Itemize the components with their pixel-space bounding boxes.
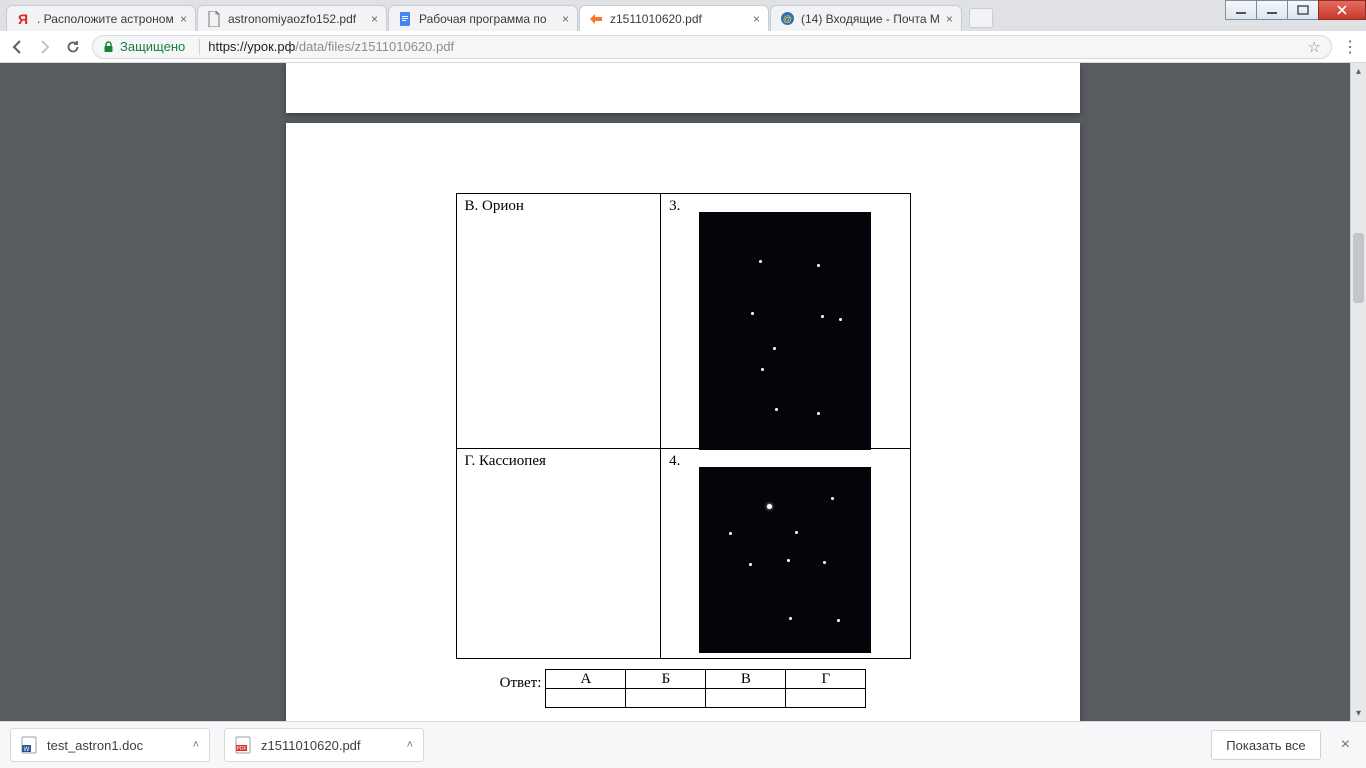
show-all-downloads-button[interactable]: Показать все [1211, 730, 1320, 760]
scroll-down-icon[interactable]: ▾ [1351, 705, 1366, 721]
site-icon [588, 11, 604, 27]
answer-header: Б [626, 670, 706, 689]
tab-1[interactable]: astronomiyaozfo152.pdf × [197, 5, 387, 31]
browser-toolbar: Защищено https://урок.рф/data/files/z151… [0, 31, 1366, 63]
close-icon[interactable]: × [371, 12, 378, 26]
download-filename: z1511010620.pdf [261, 738, 361, 753]
match-table: В. Орион 3. [456, 193, 911, 659]
svg-text:W: W [24, 747, 30, 753]
answer-cell [546, 689, 626, 708]
answer-cell [626, 689, 706, 708]
tab-label: (14) Входящие - Почта М [801, 12, 940, 26]
window-controls [1226, 0, 1366, 20]
secure-label: Защищено [120, 39, 185, 54]
window-min2-button[interactable] [1225, 0, 1257, 20]
pdf-page-prev [286, 63, 1080, 113]
yandex-icon: Я [15, 11, 31, 27]
tab-label: Рабочая программа по [419, 12, 556, 26]
constellation-image [699, 212, 871, 450]
download-item[interactable]: PDF z1511010620.pdf ˄ [224, 728, 424, 762]
lock-icon [103, 41, 114, 53]
tab-label: astronomiyaozfo152.pdf [228, 12, 365, 26]
url-path: /data/files/z1511010620.pdf [295, 39, 454, 54]
answer-table: А Б В Г [545, 669, 866, 708]
row-letter: В [465, 198, 475, 214]
word-file-icon: W [21, 736, 37, 754]
answer-row: Ответ: А Б В Г [360, 669, 1006, 708]
separator [199, 39, 200, 55]
answer-cell [706, 689, 786, 708]
row-name: Кассиопея [479, 453, 546, 469]
tab-4[interactable]: @ (14) Входящие - Почта М × [770, 5, 962, 31]
forward-button[interactable] [36, 38, 54, 56]
answer-header: Г [786, 670, 866, 689]
close-icon[interactable]: × [753, 12, 760, 26]
row-num: 3. [669, 198, 680, 214]
row-name: Орион [482, 198, 524, 214]
table-cell-right: 3. [661, 194, 910, 449]
close-icon[interactable]: × [562, 12, 569, 26]
close-icon[interactable]: × [1335, 736, 1356, 754]
downloads-bar: W test_astron1.doc ˄ PDF z1511010620.pdf… [0, 721, 1366, 768]
menu-button[interactable]: ⋮ [1342, 37, 1358, 57]
chevron-up-icon[interactable]: ˄ [407, 739, 413, 751]
tab-label: z1511010620.pdf [610, 12, 747, 26]
file-icon [206, 11, 222, 27]
tab-0[interactable]: Я . Расположите астроном × [6, 5, 196, 31]
mail-icon: @ [779, 11, 795, 27]
svg-text:@: @ [782, 14, 791, 24]
window-close-button[interactable] [1318, 0, 1366, 20]
scroll-up-icon[interactable]: ▴ [1351, 63, 1366, 79]
tab-strip: Я . Расположите астроном × astronomiyaoz… [0, 0, 1366, 31]
bookmark-star-icon[interactable]: ☆ [1308, 38, 1321, 56]
reload-button[interactable] [64, 38, 82, 56]
tab-3[interactable]: z1511010620.pdf × [579, 5, 769, 31]
pdf-viewer: В. Орион 3. [0, 63, 1366, 721]
scrollbar[interactable]: ▴ ▾ [1350, 63, 1366, 721]
table-cell-left: В. Орион [456, 194, 661, 449]
answer-cell [786, 689, 866, 708]
table-cell-left: Г. Кассиопея [456, 449, 661, 659]
svg-text:PDF: PDF [237, 746, 247, 752]
tab-2[interactable]: Рабочая программа по × [388, 5, 578, 31]
download-item[interactable]: W test_astron1.doc ˄ [10, 728, 210, 762]
answer-header: В [706, 670, 786, 689]
close-icon[interactable]: × [946, 12, 953, 26]
new-tab-button[interactable] [969, 8, 993, 28]
download-filename: test_astron1.doc [47, 738, 143, 753]
close-icon[interactable]: × [180, 12, 187, 26]
constellation-image [699, 467, 871, 653]
table-cell-right: 4. [661, 449, 910, 659]
chevron-up-icon[interactable]: ˄ [193, 739, 199, 751]
pdf-page: В. Орион 3. [286, 123, 1080, 721]
row-num: 4. [669, 453, 680, 469]
window-maximize-button[interactable] [1287, 0, 1319, 20]
back-button[interactable] [8, 38, 26, 56]
answer-header: А [546, 670, 626, 689]
answer-label: Ответ: [500, 669, 542, 692]
row-letter: Г [465, 453, 472, 469]
address-bar[interactable]: Защищено https://урок.рф/data/files/z151… [92, 35, 1332, 59]
secure-indicator: Защищено [103, 39, 185, 54]
scroll-thumb[interactable] [1353, 233, 1364, 303]
gdoc-icon [397, 11, 413, 27]
window-minimize-button[interactable] [1256, 0, 1288, 20]
pdf-file-icon: PDF [235, 736, 251, 754]
url-host: https://урок.рф [208, 39, 295, 54]
tab-label: . Расположите астроном [37, 12, 174, 26]
